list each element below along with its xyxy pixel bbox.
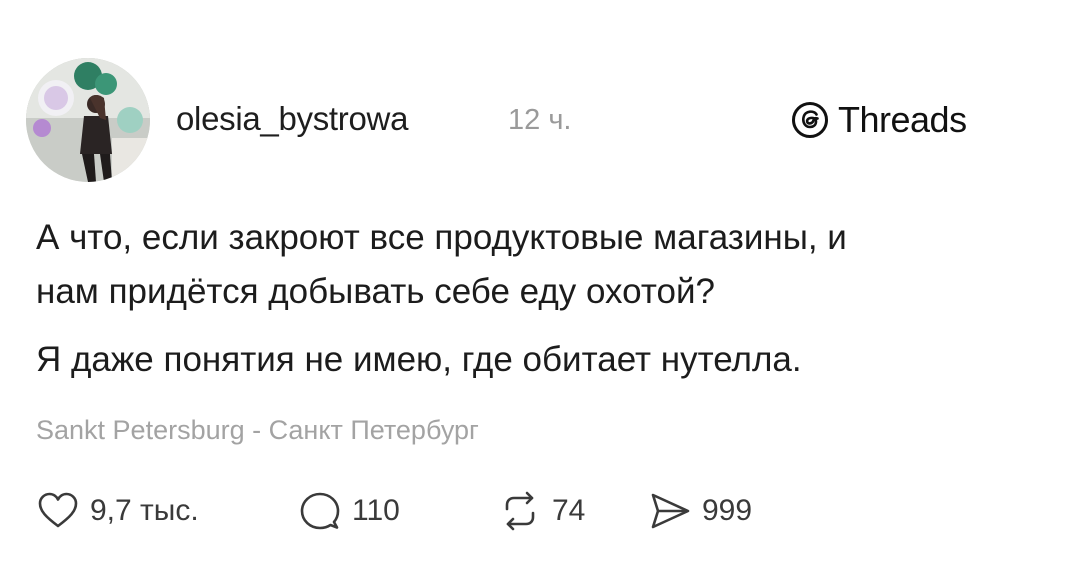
heart-icon [38,492,78,528]
share-button[interactable]: 999 [648,488,752,534]
repost-button[interactable]: 74 [498,488,585,534]
threads-label: Threads [838,99,967,140]
comment-icon [300,492,340,530]
threads-brand: Threads [790,98,967,142]
post-text-line: А что, если закроют все продуктовые мага… [36,218,847,257]
author-username[interactable]: olesia_bystrowa [176,100,408,138]
post-text-line: Я даже понятия не имею, где обитает нуте… [36,340,802,379]
action-bar: 9,7 тыс. 110 74 999 [36,488,1036,534]
post-text-line: нам придётся добывать себе еду охотой? [36,272,715,311]
like-count: 9,7 тыс. [90,494,199,527]
reply-button[interactable]: 110 [298,488,400,534]
post-timestamp: 12 ч. [508,104,572,136]
threads-logo-icon [792,102,828,138]
reply-count: 110 [352,494,400,527]
share-count: 999 [702,494,753,527]
avatar[interactable] [26,58,150,182]
repost-count: 74 [552,494,586,527]
like-button[interactable]: 9,7 тыс. [36,488,199,534]
repost-icon [505,491,535,531]
threads-post: olesia_bystrowa 12 ч. Threads А что, есл… [0,0,1080,566]
send-icon [651,493,690,529]
post-location[interactable]: Sankt Petersburg - Санкт Петербург [36,415,479,446]
avatar-photo [26,58,150,182]
